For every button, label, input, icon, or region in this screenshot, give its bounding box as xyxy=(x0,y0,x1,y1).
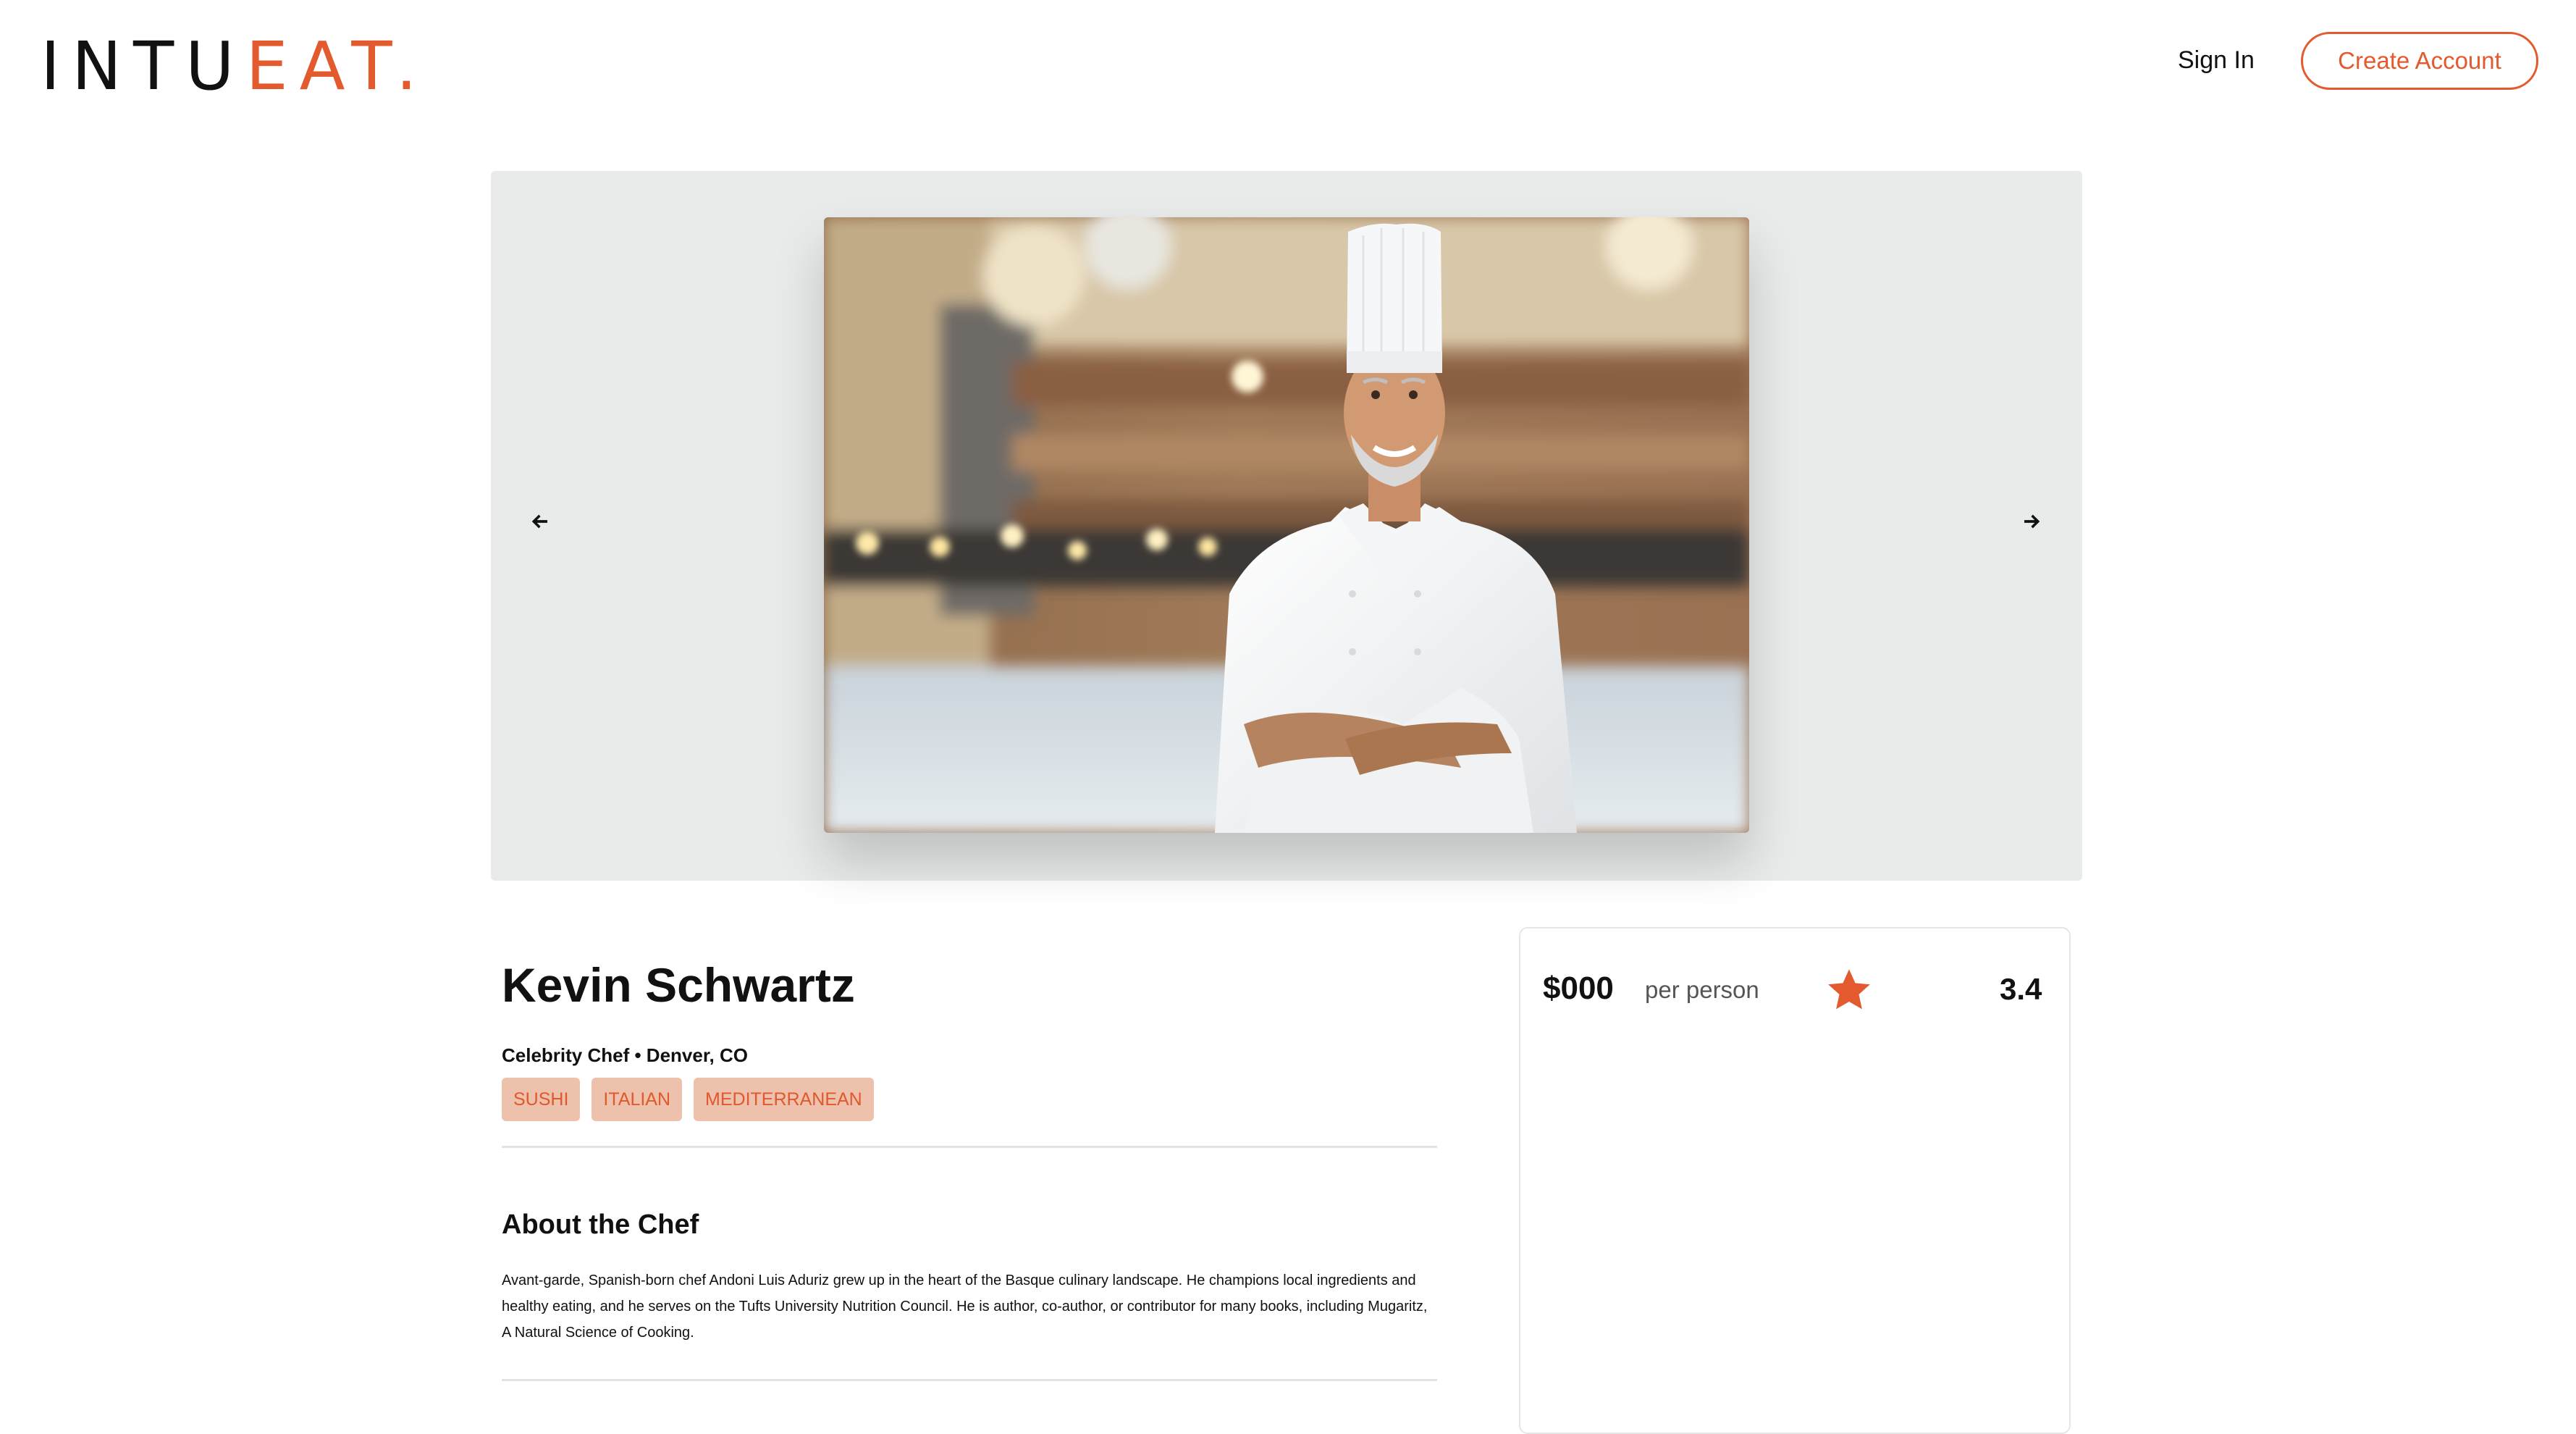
section-divider-bottom xyxy=(502,1379,1437,1381)
logo-accent: EAT. xyxy=(245,28,429,105)
chef-name: Kevin Schwartz xyxy=(502,958,855,1012)
about-title: About the Chef xyxy=(502,1209,699,1240)
arrow-right-icon xyxy=(2024,514,2040,529)
tag-mediterranean: MEDITERRANEAN xyxy=(694,1078,874,1121)
carousel-next-button[interactable] xyxy=(2017,507,2046,536)
chef-subtitle: Celebrity Chef • Denver, CO xyxy=(502,1044,748,1066)
create-account-label: Create Account xyxy=(2338,47,2501,74)
chef-photo xyxy=(824,217,1749,833)
tag-italian: ITALIAN xyxy=(592,1078,683,1121)
carousel-prev-button[interactable] xyxy=(526,507,555,536)
sign-in-link[interactable]: Sign In xyxy=(2178,46,2255,75)
tag-sushi: SUSHI xyxy=(502,1078,581,1121)
price-value: $000 xyxy=(1543,970,1614,1006)
section-divider xyxy=(502,1146,1437,1148)
price-unit: per person xyxy=(1645,976,1759,1003)
cuisine-tags: SUSHI ITALIAN MEDITERRANEAN xyxy=(502,1078,874,1121)
logo[interactable]: INTUEAT. xyxy=(41,33,429,100)
arrow-left-icon xyxy=(531,514,547,529)
logo-main: INTU xyxy=(41,28,246,105)
create-account-button[interactable]: Create Account xyxy=(2301,32,2538,90)
chef-photo-image xyxy=(824,217,1749,833)
star-icon xyxy=(1828,969,1870,1010)
rating-value: 3.4 xyxy=(2000,972,2042,1006)
about-text: Avant-garde, Spanish-born chef Andoni Lu… xyxy=(502,1272,1428,1341)
